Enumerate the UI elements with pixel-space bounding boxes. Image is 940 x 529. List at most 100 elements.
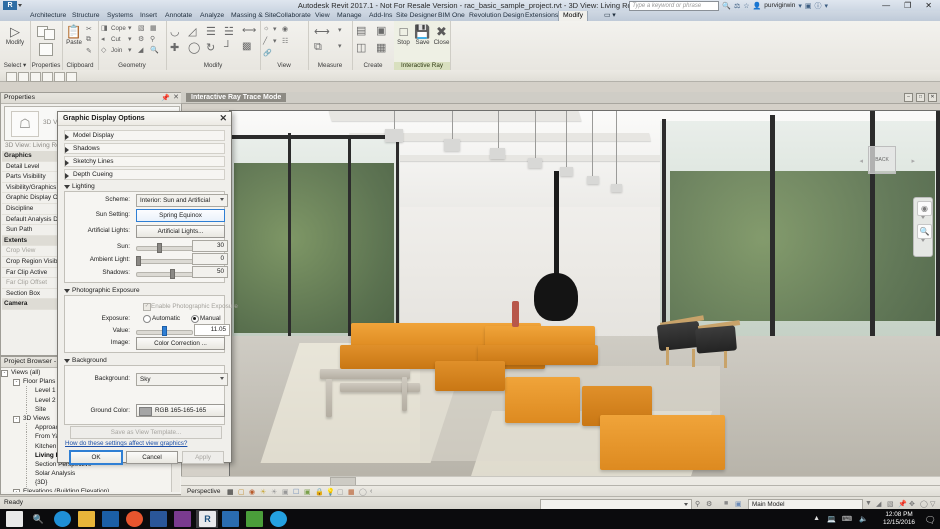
- chrome-icon[interactable]: [126, 511, 143, 527]
- section-depth-cueing[interactable]: Depth Cueing: [64, 169, 225, 180]
- ribbon-tab-analyze[interactable]: Analyze: [196, 11, 228, 21]
- cut-dropdown-icon[interactable]: ▾: [128, 35, 132, 43]
- binoculars-icon[interactable]: 🔍: [722, 2, 731, 10]
- restore-button[interactable]: ❐: [904, 1, 911, 10]
- override-graphics-icon[interactable]: ☷: [282, 37, 288, 45]
- measure-along-icon[interactable]: ⧉: [314, 41, 322, 54]
- join-label[interactable]: Join: [111, 47, 122, 54]
- mirror-pick-axis-icon[interactable]: ☰: [206, 25, 216, 38]
- onenote-icon[interactable]: [174, 511, 191, 527]
- selection-drag-icon[interactable]: ✥: [909, 500, 918, 508]
- wall-joins-icon[interactable]: ⚲: [150, 35, 155, 43]
- user-dropdown-icon[interactable]: ▾: [798, 2, 802, 10]
- zoom-dropdown-icon[interactable]: [921, 239, 925, 242]
- view-graphics-help-link[interactable]: How do these settings affect view graphi…: [65, 440, 187, 447]
- section-lighting-header[interactable]: Lighting: [64, 182, 225, 191]
- ribbon-tab-structure[interactable]: Structure: [68, 11, 104, 21]
- section-model-display-box[interactable]: Model Display: [64, 130, 225, 141]
- design-option-icon[interactable]: ▣: [735, 500, 744, 508]
- ribbon-tab-extensions[interactable]: Extensions: [521, 11, 562, 21]
- ok-button[interactable]: OK: [69, 450, 123, 465]
- viewcube-left-arrow-icon[interactable]: ◂: [859, 157, 863, 165]
- taskbar-clock[interactable]: 12:08 PM 12/15/2016: [883, 511, 915, 527]
- temp-hide-icon[interactable]: 💡: [326, 488, 335, 496]
- edge-icon[interactable]: [54, 511, 71, 527]
- 3d-viewport[interactable]: BACK ◂ ▸ ◉ 🔍: [229, 110, 940, 487]
- ribbon-tab-modify[interactable]: Modify: [558, 11, 589, 21]
- ribbon-tab-architecture[interactable]: Architecture: [26, 11, 70, 21]
- linework-icon[interactable]: ╱: [263, 37, 267, 45]
- visual-style-icon[interactable]: ◉: [249, 488, 257, 496]
- visibility-dropdown-icon[interactable]: ▾: [273, 25, 277, 33]
- artificial-lights-button[interactable]: Artificial Lights...: [136, 225, 225, 238]
- type-properties-icon[interactable]: [39, 43, 53, 56]
- ribbon-tab-revolution-design[interactable]: Revolution Design: [465, 11, 528, 21]
- options-button-3[interactable]: [30, 72, 41, 82]
- array-icon[interactable]: ▩: [242, 41, 251, 52]
- apply-button[interactable]: Apply: [182, 451, 224, 464]
- close-ray-trace-button[interactable]: ✖ Close: [432, 24, 451, 46]
- join-dropdown-icon[interactable]: ▾: [128, 46, 132, 54]
- view-minimize-button[interactable]: –: [904, 93, 913, 102]
- selection-link-icon[interactable]: ◢: [876, 500, 885, 508]
- save-ray-trace-button[interactable]: 💾 Save: [413, 24, 432, 46]
- help-dropdown-icon[interactable]: ▾: [824, 2, 828, 10]
- zoom-icon[interactable]: 🔍: [917, 224, 932, 239]
- move-icon[interactable]: ✚: [170, 41, 179, 54]
- remove-paint-icon[interactable]: 🔍: [150, 46, 159, 54]
- analytical-model-icon[interactable]: ▦: [348, 488, 356, 496]
- sun-path-icon[interactable]: ☀: [260, 488, 268, 496]
- shadows-value-input[interactable]: 50: [192, 266, 228, 278]
- editable-only-icon[interactable]: ■: [724, 500, 733, 508]
- help-icon[interactable]: ⓘ: [814, 1, 821, 11]
- properties-icon-b[interactable]: [44, 29, 55, 40]
- dialog-close-icon[interactable]: ✕: [219, 112, 227, 125]
- filter-funnel-icon[interactable]: ▽: [930, 500, 939, 508]
- view-close-button[interactable]: ✕: [928, 93, 937, 102]
- options-button-2[interactable]: [18, 72, 29, 82]
- navisworks-icon[interactable]: [222, 511, 239, 527]
- view-restore-button[interactable]: □: [916, 93, 925, 102]
- cope-label[interactable]: Cope: [111, 25, 126, 32]
- scale-icon[interactable]: ▦: [227, 488, 235, 496]
- explorer-icon[interactable]: [78, 511, 95, 527]
- section-model-display[interactable]: Model Display: [64, 130, 225, 141]
- section-model-display-header[interactable]: Model Display: [65, 131, 224, 140]
- exposure-automatic-radio[interactable]: [143, 315, 151, 323]
- browser-node[interactable]: -Elevations (Building Elevation): [1, 487, 179, 492]
- section-depth-cueing-header[interactable]: Depth Cueing: [65, 170, 224, 179]
- sun-setting-button[interactable]: Spring Equinox: [136, 209, 225, 222]
- selection-filter-icon[interactable]: ▼: [865, 500, 874, 508]
- tree-expander-icon[interactable]: -: [13, 415, 20, 423]
- ribbon-tab-annotate[interactable]: Annotate: [161, 11, 196, 21]
- notifications-icon[interactable]: 🗨: [925, 515, 936, 526]
- evernote-icon[interactable]: [246, 511, 263, 527]
- stop-ray-trace-button[interactable]: □ Stop: [394, 24, 413, 46]
- sun-slider-thumb[interactable]: [157, 243, 162, 253]
- steering-wheel-icon[interactable]: ◉: [917, 201, 932, 216]
- skype-icon[interactable]: [270, 511, 287, 527]
- volume-icon[interactable]: 🔈: [859, 515, 868, 523]
- view-cube[interactable]: BACK: [868, 146, 896, 174]
- hide-category-icon[interactable]: ◉: [282, 25, 288, 33]
- show-hidden-icons-icon[interactable]: ▲: [813, 515, 820, 522]
- align-icon[interactable]: ◡: [170, 25, 180, 38]
- ambient-value-input[interactable]: 0: [192, 253, 228, 265]
- measure2-dropdown-icon[interactable]: ▾: [338, 42, 342, 50]
- keyboard-icon[interactable]: ⌨: [842, 515, 852, 523]
- create-similar-icon[interactable]: ▤: [356, 24, 366, 37]
- offset-icon[interactable]: ◿: [188, 25, 196, 38]
- viewcube-right-arrow-icon[interactable]: ▸: [911, 157, 915, 165]
- exchange-icon[interactable]: ▣: [805, 2, 812, 10]
- crop-region-icon[interactable]: ▣: [304, 488, 312, 496]
- shadows-slider-thumb[interactable]: [170, 269, 175, 279]
- section-sketchy-lines-box[interactable]: Sketchy Lines: [64, 156, 225, 167]
- close-button[interactable]: ✕: [925, 1, 932, 10]
- ribbon-tab-bim-one[interactable]: BIM One: [434, 11, 469, 21]
- linework-dropdown-icon[interactable]: ▾: [273, 37, 277, 45]
- join-tool-icon[interactable]: ◇: [101, 46, 106, 54]
- ribbon-tab-insert[interactable]: Insert: [136, 11, 161, 21]
- modify-button[interactable]: ▷ Modify: [4, 24, 26, 46]
- selection-pinned-icon[interactable]: 📌: [898, 500, 907, 508]
- section-depth-cueing-box[interactable]: Depth Cueing: [64, 169, 225, 180]
